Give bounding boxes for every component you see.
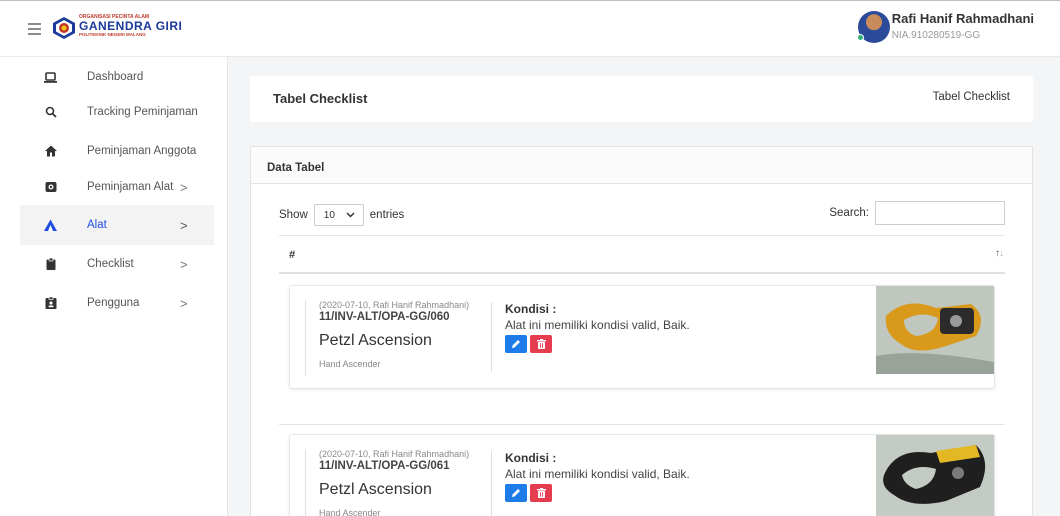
- item-code: 11/INV-ALT/OPA-GG/060: [319, 311, 450, 323]
- delete-button[interactable]: [530, 484, 552, 502]
- pencil-icon: [512, 489, 520, 497]
- search-label: Search:: [829, 207, 869, 219]
- sidebar-item-label: Tracking Peminjaman: [87, 106, 198, 118]
- top-navbar: ORGANISASI PECINTA ALAM GANENDRA GIRI PO…: [0, 0, 1060, 57]
- condition-label: Kondisi :: [505, 451, 557, 465]
- sidebar: Dashboard Tracking Peminjaman Peminjaman…: [0, 57, 228, 516]
- item-name: Petzl Ascension: [319, 332, 432, 349]
- sort-down-icon: ↓: [999, 248, 1004, 259]
- row-divider: [279, 424, 1005, 425]
- edit-button[interactable]: [505, 484, 527, 502]
- item-photo: [876, 286, 994, 374]
- item-meta: (2020-07-10, Rafi Hanif Rahmadhani): [319, 449, 470, 459]
- sidebar-item-dashboard[interactable]: Dashboard: [20, 57, 214, 97]
- search-icon: [44, 106, 57, 119]
- list-item: (2020-07-10, Rafi Hanif Rahmadhani) 11/I…: [289, 285, 995, 389]
- sidebar-item-peminjaman-alat[interactable]: Peminjaman Alat >: [20, 167, 214, 207]
- trash-icon: [536, 339, 546, 349]
- page-title: Tabel Checklist: [273, 91, 368, 106]
- condition-text: Alat ini memiliki kondisi valid, Baik.: [505, 467, 690, 481]
- online-status-dot: [856, 34, 864, 41]
- user-menu[interactable]: Rafi Hanif Rahmadhani NIA.910280519-GG: [856, 11, 1034, 51]
- sidebar-item-pengguna[interactable]: Pengguna >: [20, 283, 214, 323]
- laptop-icon: [44, 71, 57, 84]
- menu-toggle-icon[interactable]: [28, 23, 41, 35]
- clipboard-icon: [44, 258, 57, 271]
- sidebar-item-peminjaman-anggota[interactable]: Peminjaman Anggota: [20, 131, 214, 171]
- list-item: (2020-07-10, Rafi Hanif Rahmadhani) 11/I…: [289, 434, 995, 516]
- sidebar-item-tracking[interactable]: Tracking Peminjaman: [20, 92, 214, 132]
- item-info: (2020-07-10, Rafi Hanif Rahmadhani) 11/I…: [305, 449, 469, 516]
- entries-value: 10: [323, 209, 335, 221]
- data-table-card: Data Tabel Show 10 entries Search: # ↑↓ …: [250, 146, 1033, 516]
- sidebar-item-alat[interactable]: Alat >: [20, 205, 214, 245]
- item-category: Hand Ascender: [319, 359, 381, 369]
- edit-button[interactable]: [505, 335, 527, 353]
- column-header-hash[interactable]: #: [289, 249, 295, 261]
- chevron-right-icon: >: [180, 295, 188, 311]
- show-label: Show: [279, 209, 308, 221]
- page-header: Tabel Checklist Tabel Checklist: [250, 76, 1033, 122]
- item-meta: (2020-07-10, Rafi Hanif Rahmadhani): [319, 300, 470, 310]
- sidebar-item-label: Alat: [87, 219, 107, 231]
- sidebar-item-label: Dashboard: [87, 71, 144, 83]
- emblem-icon: [53, 17, 75, 39]
- item-condition: Kondisi : Alat ini memiliki kondisi vali…: [491, 302, 690, 372]
- sidebar-item-label: Pengguna: [87, 297, 140, 309]
- item-info: (2020-07-10, Rafi Hanif Rahmadhani) 11/I…: [305, 300, 469, 376]
- condition-text: Alat ini memiliki kondisi valid, Baik.: [505, 318, 690, 332]
- sort-icon[interactable]: ↑↓: [995, 248, 1004, 259]
- breadcrumb[interactable]: Tabel Checklist: [933, 91, 1010, 103]
- id-card-icon: [44, 297, 57, 310]
- brand-logo[interactable]: ORGANISASI PECINTA ALAM GANENDRA GIRI PO…: [52, 14, 182, 48]
- sidebar-item-label: Checklist: [87, 258, 134, 270]
- brand-main-text: GANENDRA GIRI: [79, 19, 183, 33]
- box-icon: [44, 181, 57, 194]
- entries-label: entries: [369, 209, 405, 221]
- item-category: Hand Ascender: [319, 508, 381, 516]
- chevron-down-icon: [346, 208, 355, 221]
- table-header: # ↑↓: [279, 236, 1005, 274]
- user-name: Rafi Hanif Rahmadhani: [891, 11, 1034, 26]
- pencil-icon: [512, 340, 520, 348]
- sidebar-item-label: Peminjaman Anggota: [87, 145, 197, 157]
- home-icon: [44, 145, 57, 158]
- user-nia: NIA.910280519-GG: [891, 30, 981, 41]
- tent-icon: [44, 219, 57, 232]
- search-input[interactable]: [875, 201, 1005, 225]
- chevron-right-icon: >: [180, 256, 188, 272]
- item-condition: Kondisi : Alat ini memiliki kondisi vali…: [491, 451, 690, 516]
- item-photo: [876, 435, 994, 516]
- sidebar-item-checklist[interactable]: Checklist >: [20, 244, 214, 284]
- item-name: Petzl Ascension: [319, 481, 432, 498]
- card-header: Data Tabel: [251, 147, 1032, 184]
- sidebar-item-label: Peminjaman Alat: [87, 181, 174, 193]
- search-control: Search:: [829, 201, 1005, 225]
- chevron-right-icon: >: [180, 179, 188, 195]
- delete-button[interactable]: [530, 335, 552, 353]
- card-title: Data Tabel: [267, 162, 325, 174]
- item-code: 11/INV-ALT/OPA-GG/061: [319, 460, 450, 472]
- condition-label: Kondisi :: [505, 302, 557, 316]
- trash-icon: [536, 488, 546, 498]
- entries-control: Show 10 entries: [279, 204, 404, 226]
- entries-select[interactable]: 10: [313, 204, 364, 226]
- chevron-right-icon: >: [180, 217, 188, 233]
